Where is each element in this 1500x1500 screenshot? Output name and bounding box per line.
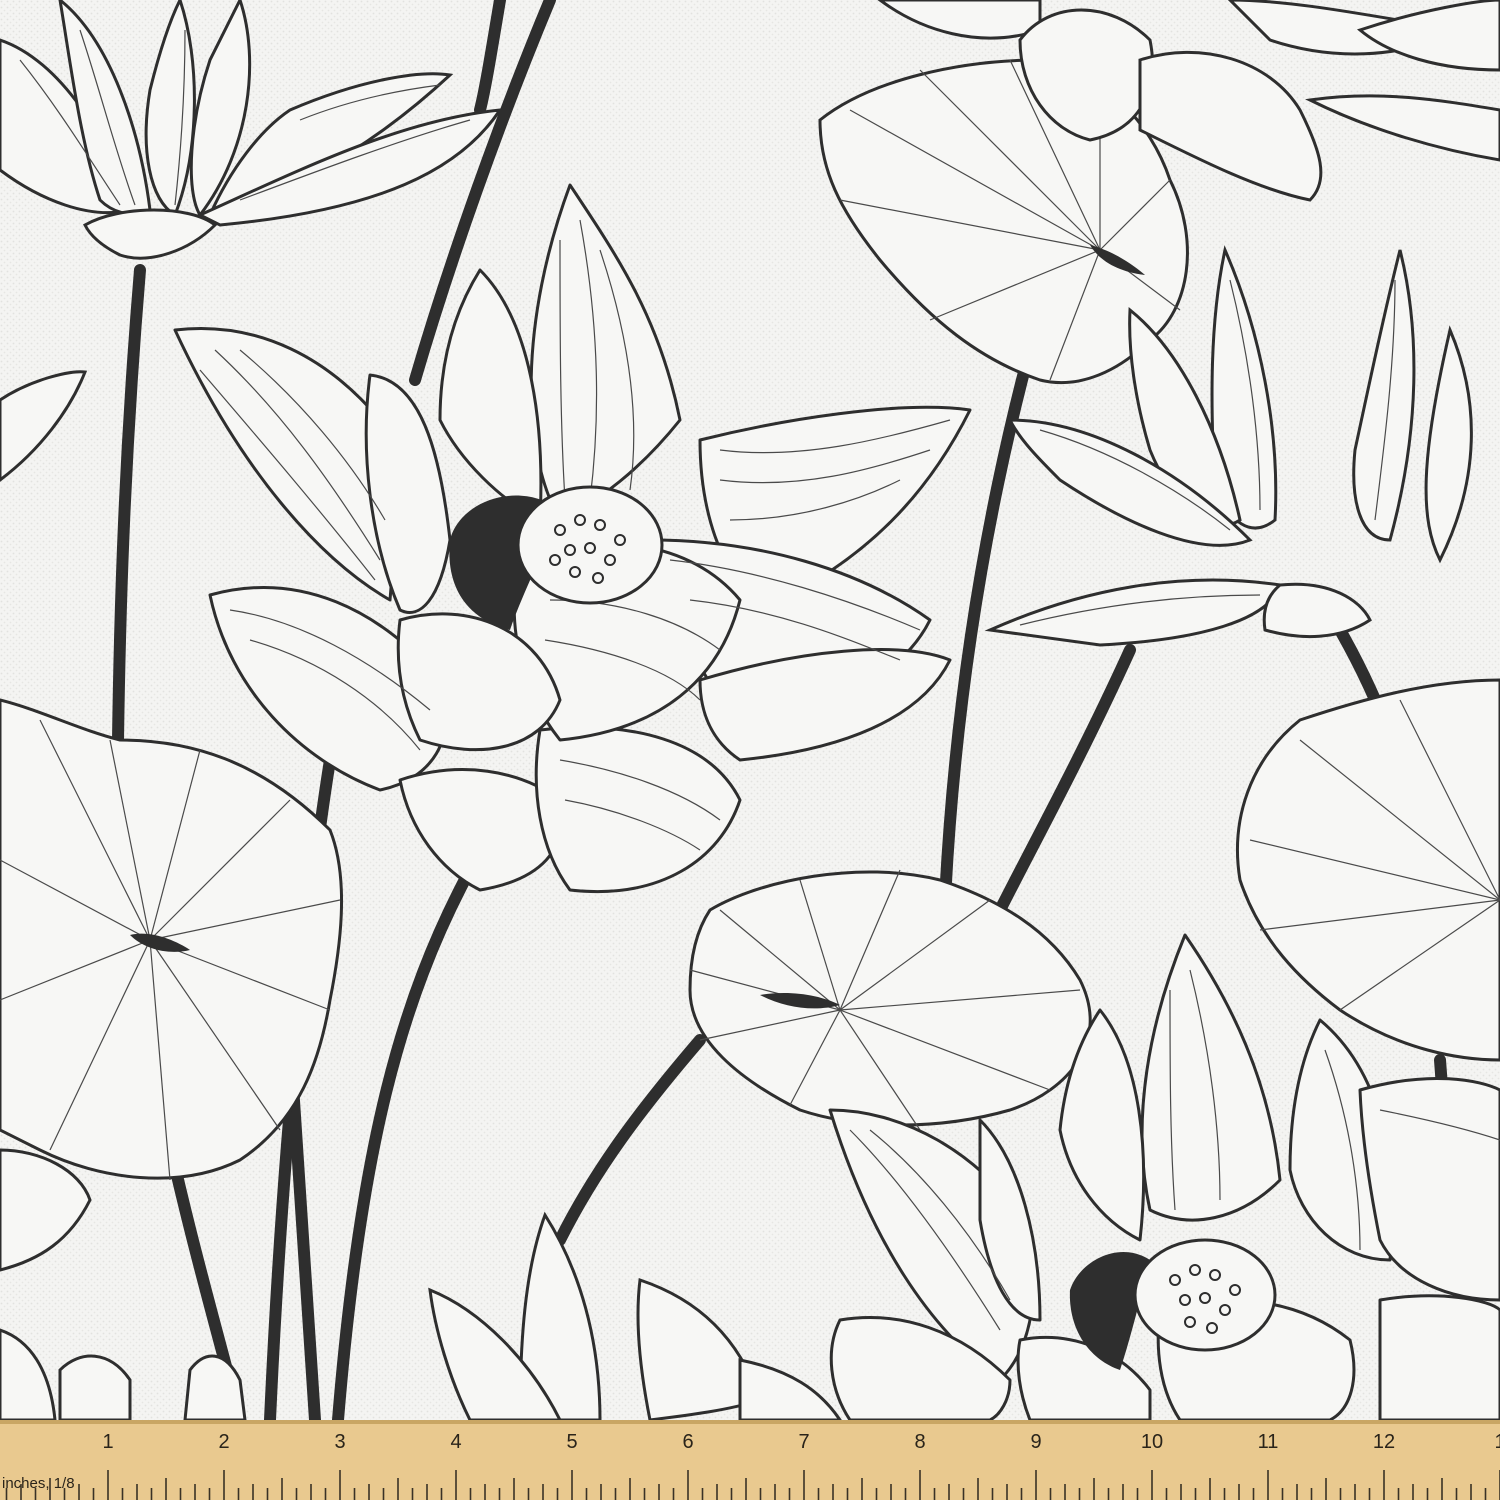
- measuring-ruler: 1234567891011121 inches, 1/8: [0, 1420, 1500, 1500]
- ruler-number: 1: [102, 1431, 113, 1453]
- ruler-number: 8: [914, 1431, 925, 1453]
- ruler-number: 5: [566, 1431, 577, 1453]
- ruler-number: 9: [1030, 1431, 1041, 1453]
- ruler-number: 2: [218, 1431, 229, 1453]
- ruler-number: 10: [1141, 1431, 1163, 1453]
- ruler-number: 4: [450, 1431, 461, 1453]
- ruler-number: 7: [798, 1431, 809, 1453]
- ruler-unit-label: inches, 1/8: [2, 1475, 75, 1492]
- fabric-swatch: 1234567891011121 inches, 1/8: [0, 0, 1500, 1500]
- ruler-number: 12: [1373, 1431, 1395, 1453]
- ruler-top-edge: [0, 1420, 1500, 1424]
- ruler-number: 1: [1494, 1431, 1500, 1453]
- ruler-number: 6: [682, 1431, 693, 1453]
- ruler-number: 11: [1258, 1431, 1279, 1453]
- ruler-number: 3: [334, 1431, 345, 1453]
- lotus-pattern: [0, 0, 1500, 1420]
